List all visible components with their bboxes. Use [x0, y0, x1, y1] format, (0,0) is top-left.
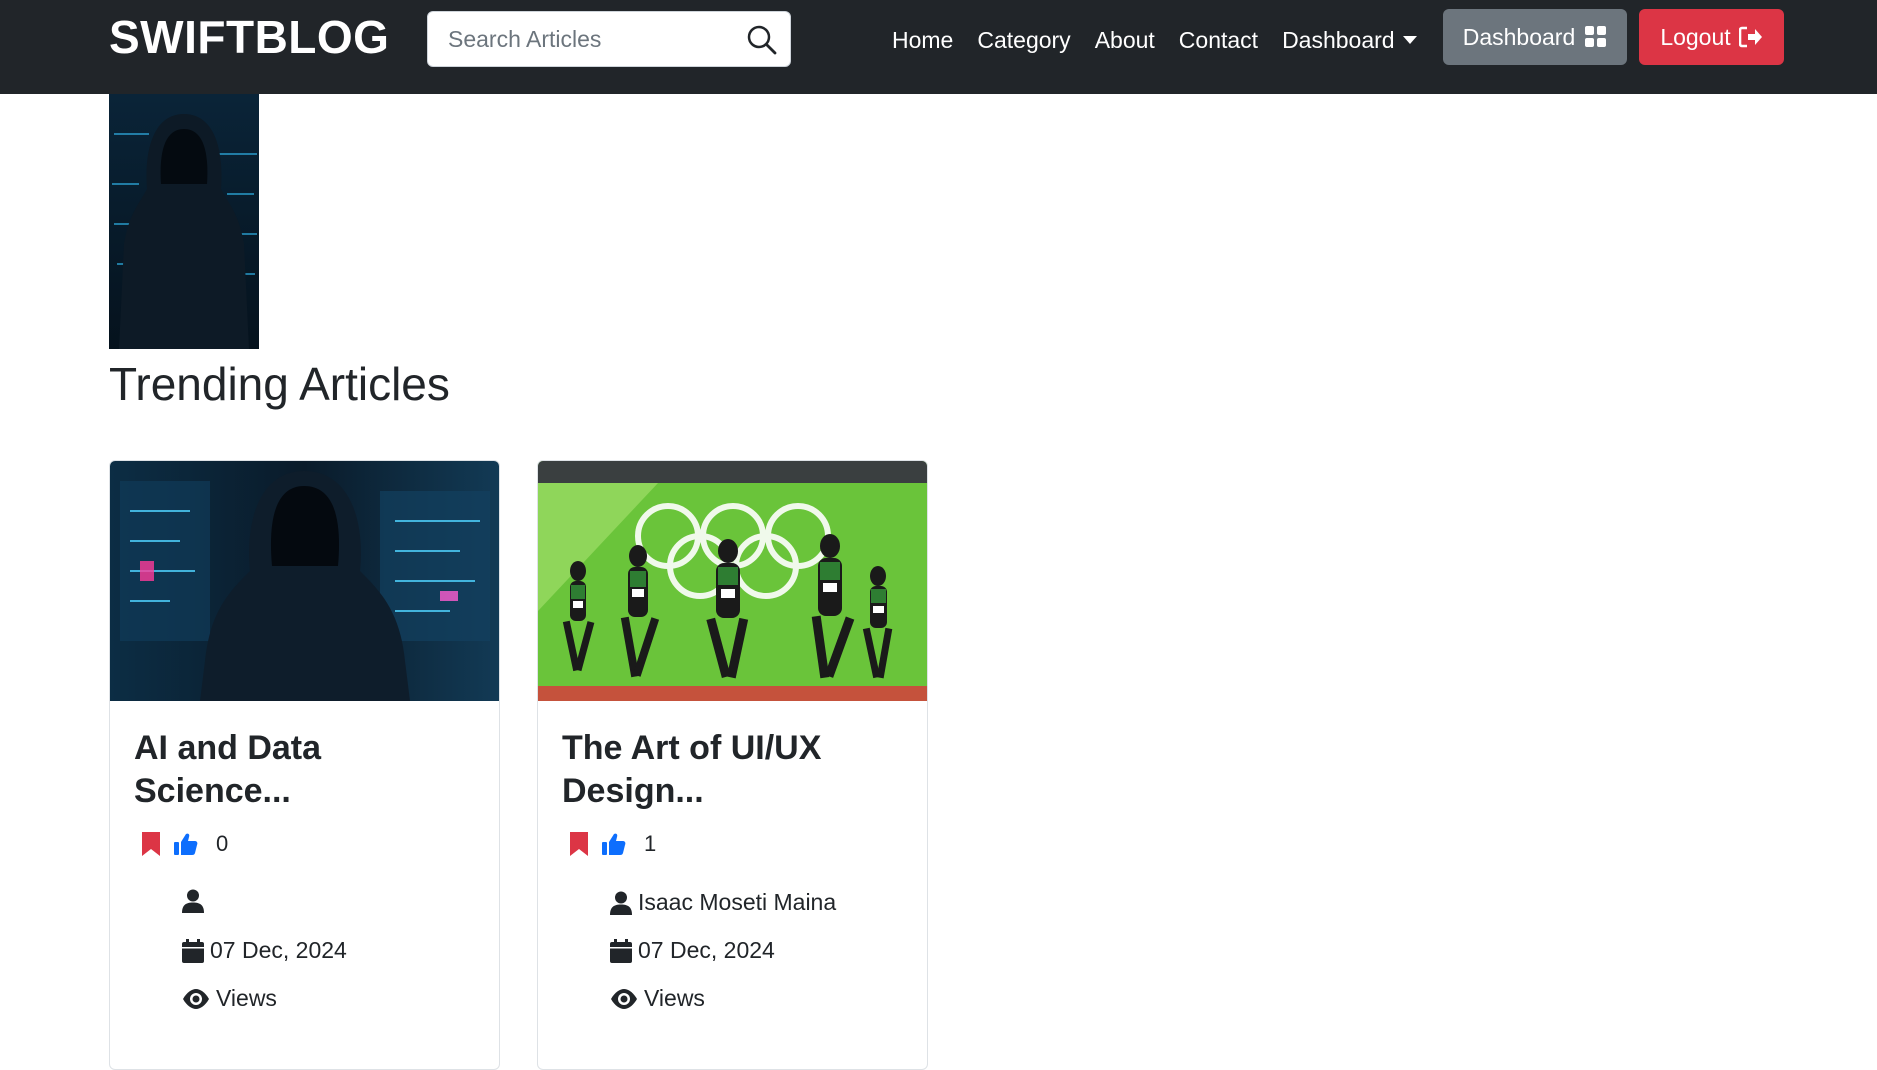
thumbs-up-icon[interactable]	[602, 833, 626, 855]
date-text: 07 Dec, 2024	[210, 937, 347, 963]
calendar-icon	[182, 938, 204, 963]
dashboard-dropdown-label: Dashboard	[1282, 26, 1395, 53]
nav-contact[interactable]: Contact	[1179, 27, 1258, 54]
navbar: SWIFTBLOG Home Category About Contact Da…	[0, 0, 1877, 94]
article-card[interactable]: AI and Data Science... 0 07 Dec, 2024 Vi…	[109, 460, 500, 1070]
calendar-icon	[610, 938, 632, 963]
views-label: Views	[216, 985, 277, 1011]
like-count: 1	[644, 831, 657, 856]
article-actions: 0	[142, 831, 228, 857]
eye-icon	[610, 988, 638, 1009]
article-views: Views	[182, 985, 277, 1012]
nav-home[interactable]: Home	[892, 27, 953, 54]
dashboard-button-label: Dashboard	[1462, 23, 1576, 50]
views-label: Views	[644, 985, 705, 1011]
dashboard-button[interactable]: Dashboard	[1443, 9, 1627, 65]
user-icon	[182, 889, 204, 913]
hero-hacker-image	[109, 94, 259, 349]
article-title[interactable]: AI and Data Science...	[134, 727, 474, 813]
caret-down-icon	[1402, 36, 1417, 44]
search-input[interactable]	[428, 12, 728, 66]
logout-button-label: Logout	[1660, 23, 1731, 50]
nav-about[interactable]: About	[1095, 27, 1155, 54]
user-icon	[610, 891, 632, 915]
article-title[interactable]: The Art of UI/UX Design...	[562, 727, 902, 813]
search-box	[427, 11, 791, 67]
article-author: Isaac Moseti Maina	[610, 889, 836, 916]
article-views: Views	[610, 985, 705, 1012]
grid-icon	[1585, 26, 1607, 48]
bookmark-icon[interactable]	[142, 832, 160, 856]
search-icon[interactable]	[744, 22, 780, 58]
article-image[interactable]	[110, 461, 499, 701]
article-date: 07 Dec, 2024	[610, 937, 775, 964]
like-count: 0	[216, 831, 229, 856]
bookmark-icon[interactable]	[570, 832, 588, 856]
author-name: Isaac Moseti Maina	[638, 889, 837, 915]
section-title: Trending Articles	[109, 358, 450, 410]
dashboard-dropdown[interactable]: Dashboard	[1282, 27, 1417, 54]
nav-category[interactable]: Category	[977, 27, 1070, 54]
article-actions: 1	[570, 831, 656, 857]
article-image[interactable]	[538, 461, 927, 701]
brand-logo[interactable]: SWIFTBLOG	[109, 8, 389, 66]
article-card[interactable]: The Art of UI/UX Design... 1 Isaac Moset…	[537, 460, 928, 1070]
article-author	[182, 889, 210, 913]
nav-links: Home Category About Contact Dashboard	[892, 20, 1417, 60]
date-text: 07 Dec, 2024	[638, 937, 775, 963]
sign-out-icon	[1738, 26, 1763, 48]
logout-button[interactable]: Logout	[1639, 9, 1784, 65]
eye-icon	[182, 988, 210, 1009]
thumbs-up-icon[interactable]	[174, 833, 198, 855]
article-date: 07 Dec, 2024	[182, 937, 347, 964]
